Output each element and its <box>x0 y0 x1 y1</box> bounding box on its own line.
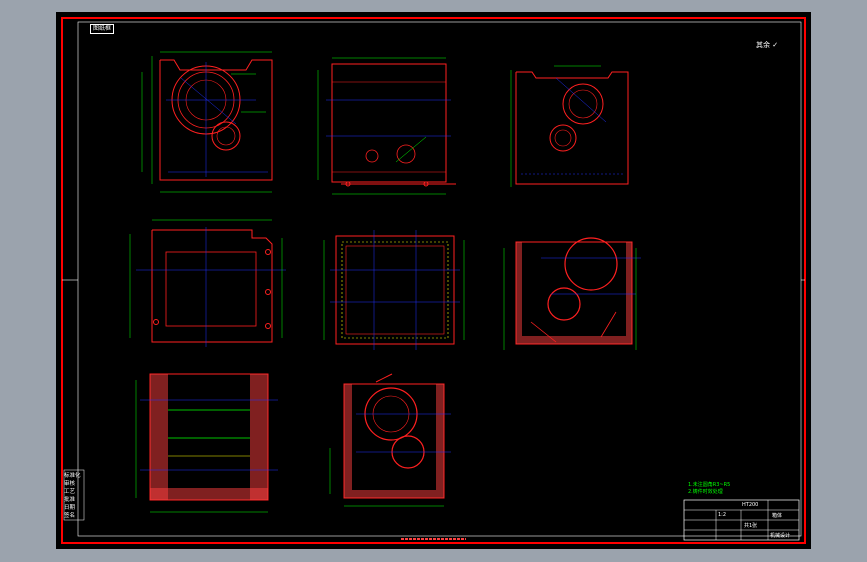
title-part-name: 箱体 <box>772 513 783 519</box>
drawing-canvas <box>61 17 806 544</box>
view-front <box>141 51 273 193</box>
legend-item: 标准化 <box>64 473 81 479</box>
legend-item: 审核 <box>64 481 76 487</box>
legend-item: 批准 <box>64 497 76 503</box>
tech-req-line: 2.铸件时效处理 <box>688 489 723 495</box>
legend-item: 工艺 <box>64 489 76 495</box>
view-plan <box>129 219 286 347</box>
outer-frame <box>61 17 806 544</box>
title-sheet: 共1张 <box>744 523 758 529</box>
view-side <box>317 57 456 195</box>
view-section-c <box>329 373 451 507</box>
tech-req-line: 1.未注圆角R3~R5 <box>688 482 731 488</box>
technical-requirements: 1.未注圆角R3~R5 2.铸件时效处理 <box>688 482 730 496</box>
frame-tag: 图纸框 <box>90 24 114 34</box>
view-section-a <box>503 237 641 350</box>
surface-roughness-note: 其余 ✓ <box>756 41 779 49</box>
view-bottom <box>323 230 465 350</box>
view-rear <box>510 65 629 187</box>
title-block: HT200 箱体 1:2 共1张 机械设计 <box>684 500 799 540</box>
title-scale: 1:2 <box>718 512 727 518</box>
view-section-b <box>135 373 278 513</box>
legend-item: 签名 <box>64 513 76 519</box>
title-school: 机械设计 <box>770 533 791 539</box>
legend-item: 日期 <box>64 505 76 511</box>
cad-viewport[interactable]: 图纸框 其余 ✓ 标准化 审核 工艺 批准 日期 签名 1.未注圆角R3~R5 … <box>56 12 811 549</box>
title-material: HT200 <box>742 502 759 508</box>
sign-off-legend: 标准化 审核 工艺 批准 日期 签名 <box>64 472 81 520</box>
